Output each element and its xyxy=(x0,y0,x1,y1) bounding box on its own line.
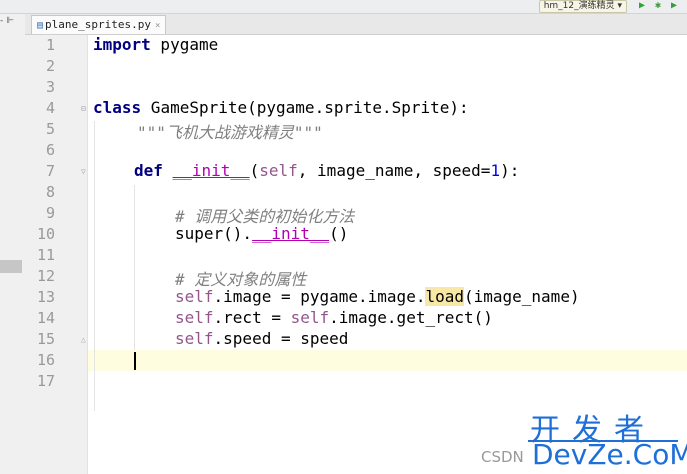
line-number: 4 xyxy=(45,99,55,117)
code-text: .image = pygame.image. xyxy=(213,287,426,306)
line-number: 9 xyxy=(45,204,55,222)
indent-guide xyxy=(94,121,95,411)
keyword: def xyxy=(134,161,163,180)
left-strip-marker xyxy=(0,260,22,273)
line-number: 14 xyxy=(36,309,55,327)
editor-tab-bar: ▤ plane_sprites.py × xyxy=(25,14,687,35)
code-text: () xyxy=(329,224,349,243)
indent-guide xyxy=(134,185,135,350)
line-number: 1 xyxy=(45,36,55,54)
line-number: 8 xyxy=(45,183,55,201)
collapse-icon[interactable]: - ⊩ xyxy=(0,14,14,28)
code-text: .image.get_rect() xyxy=(329,308,493,327)
docstring: """飞机大战游戏精灵""" xyxy=(137,123,323,142)
line-number: 13 xyxy=(36,288,55,306)
code-text: pygame xyxy=(150,35,219,54)
line-number: 16 xyxy=(36,351,55,369)
line-number: 3 xyxy=(45,78,55,96)
self-keyword: self xyxy=(175,308,214,327)
code-line-14: self.rect = self.image.get_rect() xyxy=(175,308,493,329)
code-line-5: """飞机大战游戏精灵""" xyxy=(137,119,323,142)
code-line-4: class GameSprite(pygame.sprite.Sprite): xyxy=(93,98,469,119)
code-line-7: def __init__(self, image_name, speed=1): xyxy=(134,161,519,182)
self-keyword: self xyxy=(290,308,330,327)
run-icon[interactable]: ▶ xyxy=(639,0,645,12)
line-number: 5 xyxy=(45,120,55,138)
code-line-10: super().__init__() xyxy=(175,224,348,245)
line-number: 15 xyxy=(36,330,55,348)
highlighted-identifier: load xyxy=(425,287,464,306)
tab-filename: plane_sprites.py xyxy=(45,18,151,31)
line-number: 10 xyxy=(36,225,55,243)
line-number: 2 xyxy=(45,57,55,75)
line-number: 11 xyxy=(36,246,55,264)
code-text: super(). xyxy=(175,224,253,243)
run-config-dropdown[interactable]: hm_12_演练精灵 ▾ xyxy=(538,0,627,13)
code-text: ): xyxy=(500,161,520,180)
code-text: ( xyxy=(249,161,260,180)
line-number: 6 xyxy=(45,141,55,159)
tab-plane-sprites[interactable]: ▤ plane_sprites.py × xyxy=(31,15,167,34)
current-line-highlight xyxy=(88,350,687,371)
code-line-13: self.image = pygame.image.load(image_nam… xyxy=(175,287,580,308)
code-line-1: import pygame xyxy=(93,35,218,56)
self-keyword: self xyxy=(175,329,214,348)
self-keyword: self xyxy=(175,287,214,306)
line-number-gutter: 1 2 3 4 5 6 7 8 9 10 11 12 13 14 15 16 1… xyxy=(25,35,88,474)
watermark-en: DevZe.CoM xyxy=(532,438,687,471)
text-caret xyxy=(134,352,136,370)
magic-method: __init__ xyxy=(252,224,330,243)
left-tool-strip: - ⊩ xyxy=(0,14,26,474)
line-number: 7 xyxy=(45,162,55,180)
code-text: .rect = xyxy=(213,308,291,327)
line-number: 12 xyxy=(36,267,55,285)
number-literal: 1 xyxy=(490,161,501,180)
coverage-icon[interactable]: ▶ xyxy=(671,0,677,12)
code-line-12: # 定义对象的属性 xyxy=(175,266,306,289)
keyword: import xyxy=(93,35,151,54)
self-keyword: self xyxy=(259,161,298,180)
python-file-icon: ▤ xyxy=(37,20,44,31)
code-text: GameSprite(pygame.sprite.Sprite): xyxy=(141,98,469,117)
top-toolbar: hm_12_演练精灵 ▾ ▶ ✱ ▶ xyxy=(0,0,687,14)
keyword: class xyxy=(93,98,142,117)
code-line-9: # 调用父类的初始化方法 xyxy=(175,203,354,226)
code-line-15: self.speed = speed xyxy=(175,329,348,350)
magic-method: __init__ xyxy=(172,161,250,180)
code-text: .speed = speed xyxy=(213,329,349,348)
code-text: (image_name) xyxy=(463,287,580,306)
code-text: , image_name, speed= xyxy=(297,161,491,180)
line-number: 17 xyxy=(36,372,55,390)
close-icon[interactable]: × xyxy=(155,21,160,31)
watermark-csdn: CSDN xyxy=(481,448,524,466)
debug-icon[interactable]: ✱ xyxy=(655,0,661,12)
